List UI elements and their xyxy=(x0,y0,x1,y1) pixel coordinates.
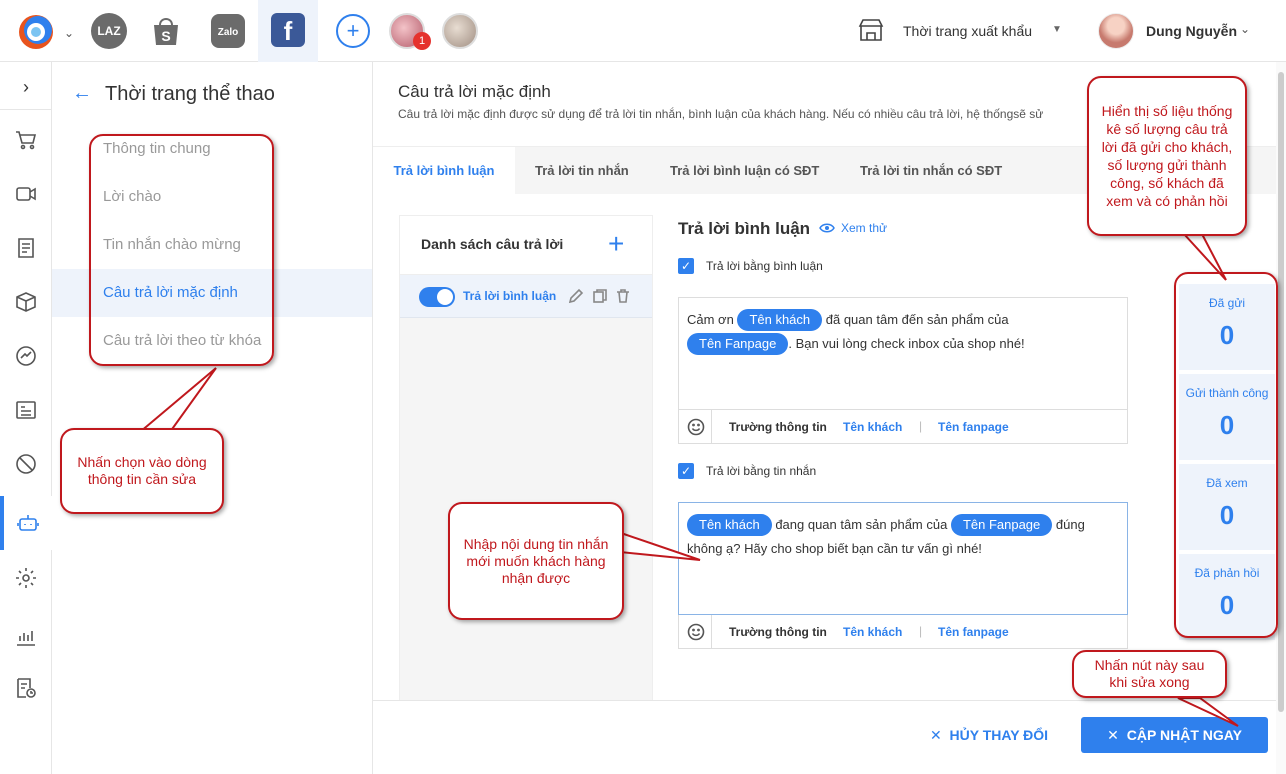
tab-message-reply[interactable]: Trả lời tin nhắn xyxy=(535,147,629,195)
settings-icon[interactable] xyxy=(0,558,52,598)
annotation-menu-note: Nhấn chọn vào dòng thông tin cần sửa xyxy=(60,428,224,514)
close-icon: ✕ xyxy=(1107,726,1119,743)
preview-button[interactable]: Xem thử xyxy=(819,221,887,235)
annotation-stats-note: Hiển thị số liệu thống kê số lượng câu t… xyxy=(1087,76,1247,236)
bot-icon[interactable] xyxy=(0,496,52,550)
insert-customer-name-link[interactable]: Tên khách xyxy=(843,625,902,639)
reply-toggle[interactable] xyxy=(419,287,455,307)
video-icon[interactable] xyxy=(0,174,52,214)
cancel-button[interactable]: ✕ HỦY THAY ĐỔI xyxy=(930,727,1048,744)
tab-message-phone-reply[interactable]: Trả lời tin nhắn có SĐT xyxy=(860,147,1002,195)
message-reply-option[interactable]: ✓ Trả lời bằng tin nhắn xyxy=(678,463,816,479)
fanpage-name-chip[interactable]: Tên Fanpage xyxy=(950,514,1053,536)
page-title: Thời trang thể thao xyxy=(105,83,275,105)
scrollbar-thumb[interactable] xyxy=(1278,72,1284,712)
app-logo-icon[interactable] xyxy=(16,12,56,52)
insert-fanpage-name-link[interactable]: Tên fanpage xyxy=(938,420,1009,434)
comment-reply-option[interactable]: ✓ Trả lời bằng bình luận xyxy=(678,258,823,274)
field-insert-bar: Trường thông tin Tên khách | Tên fanpage xyxy=(678,615,1128,649)
shop-selector[interactable]: Thời trang xuất khẩu xyxy=(903,23,1032,39)
tab-comment-phone-reply[interactable]: Trả lời bình luận có SĐT xyxy=(670,147,819,195)
block-icon[interactable] xyxy=(0,444,52,484)
annotation-editor-note: Nhập nội dung tin nhắn mới muốn khách hà… xyxy=(448,502,624,620)
insert-fanpage-name-link[interactable]: Tên fanpage xyxy=(938,625,1009,639)
orders-icon[interactable] xyxy=(0,228,52,268)
field-label: Trường thông tin xyxy=(729,420,827,434)
divider xyxy=(711,615,712,649)
annotation-highlight-stats xyxy=(1174,272,1278,638)
annotation-highlight-menu xyxy=(89,134,274,366)
zalo-channel[interactable]: Zalo xyxy=(210,13,246,49)
svg-text:Zalo: Zalo xyxy=(218,27,239,38)
list-item-label[interactable]: Trả lời bình luận xyxy=(463,289,556,303)
customer-name-chip[interactable]: Tên khách xyxy=(737,309,823,331)
checkbox-label: Trả lời bằng tin nhắn xyxy=(706,464,817,478)
back-arrow-icon[interactable]: ← xyxy=(72,82,92,105)
action-footer: ✕ HỦY THAY ĐỔI ✕ CẬP NHẬT NGAY xyxy=(373,700,1286,774)
store-icon xyxy=(858,19,884,41)
checkbox-checked[interactable]: ✓ xyxy=(678,463,694,479)
post-icon[interactable] xyxy=(0,390,52,430)
section-title: Câu trả lời mặc định xyxy=(398,82,551,101)
box-icon[interactable] xyxy=(0,282,52,322)
trash-icon[interactable] xyxy=(615,288,631,304)
annotation-save-note: Nhấn nút này sau khi sửa xong xyxy=(1072,650,1227,698)
reply-list-panel: Danh sách câu trả lời + Trả lời bình luậ… xyxy=(399,215,653,715)
checkbox-checked[interactable]: ✓ xyxy=(678,258,694,274)
fanpage-name-chip[interactable]: Tên Fanpage xyxy=(687,333,789,355)
avatar[interactable] xyxy=(1098,13,1134,49)
eye-icon xyxy=(819,223,835,233)
checkbox-label: Trả lời bằng bình luận xyxy=(706,259,823,273)
insert-customer-name-link[interactable]: Tên khách xyxy=(843,420,902,434)
customer-name-chip[interactable]: Tên khách xyxy=(687,514,772,536)
lazada-channel[interactable]: LAZ xyxy=(91,13,127,49)
comment-reply-textarea[interactable]: Cảm ơn Tên khách đã quan tâm đến sản phẩ… xyxy=(678,297,1128,410)
report-icon[interactable] xyxy=(0,668,52,708)
editor-title: Trả lời bình luận xyxy=(678,219,811,238)
reply-list-header: Danh sách câu trả lời + xyxy=(400,216,652,274)
field-insert-bar: Trường thông tin Tên khách | Tên fanpage xyxy=(678,410,1128,444)
emoji-icon[interactable] xyxy=(687,623,705,641)
list-item[interactable]: Trả lời bình luận xyxy=(400,274,652,318)
shopee-bag-icon: S xyxy=(154,18,178,45)
chevron-down-icon[interactable]: ⌄ xyxy=(64,26,74,40)
message-reply-textarea[interactable]: Tên khách đang quan tâm sản phẩm của Tên… xyxy=(678,502,1128,615)
icon-rail: › xyxy=(0,62,52,774)
tab-comment-reply[interactable]: Trả lời bình luận xyxy=(373,147,515,195)
messenger-icon[interactable] xyxy=(0,336,52,376)
reply-list-title: Danh sách câu trả lời xyxy=(421,236,564,252)
expand-rail-button[interactable]: › xyxy=(0,66,52,110)
copy-icon[interactable] xyxy=(592,288,608,304)
save-button[interactable]: ✕ CẬP NHẬT NGAY xyxy=(1081,717,1268,753)
top-bar: ⌄ LAZ S Zalo f + 1 Thời trang xuất khẩu … xyxy=(0,0,1286,62)
shopee-channel[interactable]: S xyxy=(148,13,184,49)
field-label: Trường thông tin xyxy=(729,625,827,639)
notification-badge: 1 xyxy=(413,32,431,50)
emoji-icon[interactable] xyxy=(687,418,705,436)
cart-icon[interactable] xyxy=(0,120,52,160)
divider: | xyxy=(919,419,923,433)
chevron-down-icon[interactable]: ⌄ xyxy=(1240,22,1250,36)
caret-down-icon[interactable]: ▼ xyxy=(1052,24,1062,35)
zalo-icon: Zalo xyxy=(211,14,245,48)
add-reply-button[interactable]: + xyxy=(608,228,624,260)
section-description: Câu trả lời mặc định được sử dụng để trả… xyxy=(398,107,1044,121)
facebook-channel[interactable]: f xyxy=(271,13,305,47)
chart-icon[interactable] xyxy=(0,616,52,656)
user-name[interactable]: Dung Nguyễn xyxy=(1146,23,1237,39)
page-avatar[interactable] xyxy=(442,13,478,49)
divider xyxy=(711,410,712,444)
add-channel-button[interactable]: + xyxy=(336,14,370,48)
divider: | xyxy=(919,624,923,638)
svg-text:S: S xyxy=(161,28,170,44)
edit-icon[interactable] xyxy=(568,288,584,304)
